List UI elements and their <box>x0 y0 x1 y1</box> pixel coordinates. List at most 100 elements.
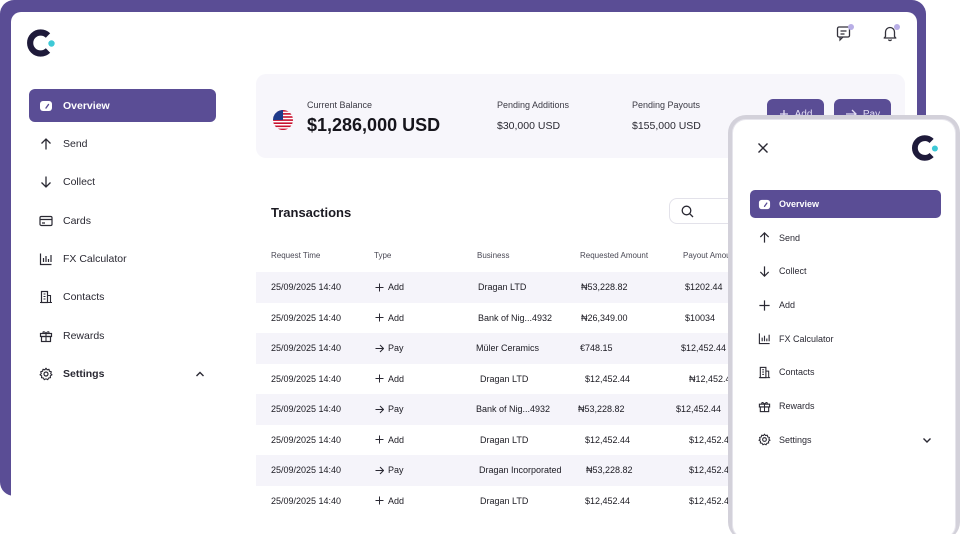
type-label: Pay <box>388 465 404 475</box>
bell-icon[interactable] <box>879 22 901 44</box>
mobile-item-rewards[interactable]: Rewards <box>750 392 941 420</box>
cell-payout: $10034 <box>685 312 716 323</box>
sidebar-item-send[interactable]: Send <box>29 127 216 160</box>
cell-business: Dragan LTD <box>478 282 527 292</box>
table-row[interactable]: 25/09/2025 14:40 Add Bank of Nig...4932 … <box>256 303 736 334</box>
cell-time: 25/09/2025 14:40 <box>271 434 342 445</box>
mobile-item-add[interactable]: Add <box>750 291 941 319</box>
cell-time: 25/09/2025 14:40 <box>271 343 342 353</box>
sidebar-item-fx-calculator[interactable]: FX Calculator <box>29 243 216 276</box>
cell-time: 25/09/2025 14:40 <box>271 373 342 384</box>
sidebar-item-contacts[interactable]: Contacts <box>29 281 216 314</box>
chevron-down-icon[interactable] <box>921 434 933 446</box>
table-row[interactable]: 25/09/2025 14:40 Add Dragan LTD $12,452.… <box>256 425 736 456</box>
c-logo-icon[interactable] <box>911 133 941 163</box>
arrow-right-icon <box>375 405 384 413</box>
cell-time: 25/09/2025 14:40 <box>271 312 342 323</box>
chevron-up-icon[interactable] <box>194 368 206 380</box>
mobile-item-label: Add <box>779 300 796 311</box>
mobile-menu-panel: Overview Send Collect Add FX Calculator … <box>732 119 956 534</box>
sidebar-item-rewards[interactable]: Rewards <box>29 319 216 352</box>
plus-icon <box>375 374 384 383</box>
type-label: Pay <box>388 343 404 353</box>
table-row[interactable]: 25/09/2025 14:40 Pay Bank of Nig...4932 … <box>256 394 736 425</box>
mobile-item-label: FX Calculator <box>779 333 834 344</box>
sidebar-item-label: Overview <box>63 99 110 112</box>
type-label: Add <box>388 282 405 292</box>
search-icon <box>681 205 694 217</box>
cell-type: Add <box>375 496 404 506</box>
pending-additions-label: Pending Additions <box>497 100 570 110</box>
mobile-item-send[interactable]: Send <box>750 224 941 252</box>
type-label: Pay <box>388 404 404 414</box>
us-flag-icon <box>273 110 293 130</box>
c-logo-icon[interactable] <box>26 27 58 59</box>
sidebar-item-settings[interactable]: Settings <box>29 358 216 391</box>
sidebar-item-overview[interactable]: Overview <box>29 89 216 122</box>
sidebar-item-label: Cards <box>63 214 92 227</box>
table-row[interactable]: 25/09/2025 14:40 Pay Dragan Incorporated… <box>256 455 736 486</box>
sidebar-item-label: Collect <box>63 176 96 189</box>
cell-time: 25/09/2025 14:40 <box>271 282 342 292</box>
type-label: Add <box>388 373 405 384</box>
mobile-item-label: Rewards <box>779 401 815 412</box>
plus-icon <box>375 283 384 291</box>
cell-business: Dragan LTD <box>480 373 529 384</box>
dashboard-icon <box>758 198 771 211</box>
messages-dot <box>848 24 854 30</box>
gift-icon <box>758 400 771 413</box>
close-icon[interactable] <box>757 142 769 154</box>
dashboard-icon <box>39 99 53 113</box>
mobile-item-settings[interactable]: Settings <box>750 426 941 454</box>
plus-icon <box>375 435 384 444</box>
arrow-up-icon <box>39 137 53 151</box>
building-icon <box>758 366 771 379</box>
messages-icon[interactable] <box>833 22 855 44</box>
sidebar-item-collect[interactable]: Collect <box>29 166 216 199</box>
sidebar-item-cards[interactable]: Cards <box>29 204 216 237</box>
pending-additions-value: $30,000 USD <box>497 120 561 132</box>
table-row[interactable]: 25/09/2025 14:40 Add Dragan LTD $12,452.… <box>256 364 736 395</box>
cell-requested: $12,452.44 <box>585 434 631 445</box>
cell-type: Add <box>375 374 404 384</box>
type-label: Add <box>388 495 405 506</box>
mobile-item-collect[interactable]: Collect <box>750 257 941 285</box>
sidebar-item-label: FX Calculator <box>63 253 127 266</box>
column-header: Type <box>374 251 392 260</box>
mobile-item-label: Collect <box>779 266 807 277</box>
table-row[interactable]: 25/09/2025 14:40 Pay Müler Ceramics €748… <box>256 333 736 364</box>
card-icon <box>39 214 53 228</box>
sidebar-item-label: Send <box>63 137 88 150</box>
table-row[interactable]: 25/09/2025 14:40 Add Dragan LTD ₦53,228.… <box>256 272 736 303</box>
cell-type: Pay <box>375 404 404 414</box>
app-stage: Overview Send Collect Cards FX Calculato… <box>0 0 969 534</box>
mobile-item-contacts[interactable]: Contacts <box>750 358 941 386</box>
sidebar-item-label: Settings <box>63 368 105 381</box>
mobile-item-label: Send <box>779 232 801 243</box>
cell-type: Pay <box>375 465 404 475</box>
cell-business: Dragan LTD <box>480 434 529 445</box>
cell-requested: ₦53,228.82 <box>578 404 625 414</box>
table-row[interactable]: 25/09/2025 14:40 Add Dragan LTD $12,452.… <box>256 486 736 517</box>
chart-icon <box>39 252 53 266</box>
gear-icon <box>758 433 771 446</box>
cell-requested: ₦53,228.82 <box>586 465 633 475</box>
arrow-right-icon <box>375 344 384 352</box>
arrow-down-icon <box>39 175 53 189</box>
mobile-item-label: Settings <box>779 434 812 445</box>
sidebar-item-label: Rewards <box>63 329 105 342</box>
current-balance-label: Current Balance <box>307 100 373 110</box>
column-header: Requested Amount <box>580 251 649 260</box>
gear-icon <box>39 367 53 381</box>
mobile-item-fx-calculator[interactable]: FX Calculator <box>750 325 941 353</box>
cell-payout: $12,452.44 <box>681 343 727 353</box>
cell-business: Bank of Nig...4932 <box>478 312 553 323</box>
building-icon <box>39 290 53 304</box>
cell-time: 25/09/2025 14:40 <box>271 495 342 506</box>
mobile-item-label: Overview <box>779 199 820 209</box>
column-header: Request Time <box>271 251 321 260</box>
cell-type: Add <box>375 282 404 292</box>
mobile-item-overview[interactable]: Overview <box>750 190 941 218</box>
gift-icon <box>39 329 53 343</box>
current-balance-value: $1,286,000 USD <box>307 115 441 135</box>
